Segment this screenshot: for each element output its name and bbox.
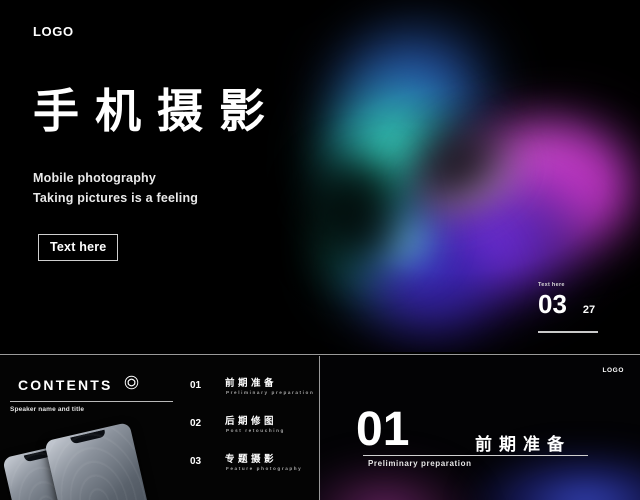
contents-divider <box>10 401 173 402</box>
toc-label-en: Post retouching <box>226 428 285 433</box>
phone-mockups <box>2 416 184 500</box>
gradient-blob-pink <box>414 96 640 294</box>
toc-label-cn: 前期准备 <box>225 378 278 389</box>
list-item[interactable]: 03 专题摄影 Feature photography <box>190 448 310 486</box>
list-item[interactable]: 02 后期修图 Post retouching <box>190 410 310 448</box>
hero-corner-big-number: 03 <box>538 289 567 319</box>
toc-label-cn: 后期修图 <box>225 416 278 427</box>
text-here-button[interactable]: Text here <box>38 234 119 261</box>
toc-label-en: Feature photography <box>226 466 303 471</box>
toc-label-en: Preliminary preparation <box>226 390 315 395</box>
section-number: 01 <box>356 403 410 456</box>
gradient-blob-magenta <box>490 135 640 245</box>
contents-slide: CONTENTS Speaker name and title 01 前期准备 … <box>0 356 319 500</box>
horizontal-divider <box>0 354 640 355</box>
hero-slide: LOGO 手机摄影 Mobile photography Taking pict… <box>0 0 640 352</box>
gradient-blob-teal-lower <box>321 168 489 323</box>
speaker-name: Speaker name and title <box>10 406 85 413</box>
toc-number: 02 <box>190 418 202 429</box>
hero-corner-stat: Text here 03 27 <box>538 282 610 333</box>
aperture-icon <box>124 375 139 395</box>
phone-screen-front <box>46 424 157 500</box>
hero-logo: LOGO <box>33 24 74 39</box>
gradient-blob-highlight <box>403 127 531 231</box>
hero-corner-kicker: Text here <box>538 282 565 288</box>
gradient-blob-cyan-edge <box>352 200 447 280</box>
toc-number: 01 <box>190 380 202 391</box>
list-item[interactable]: 01 前期准备 Preliminary preparation <box>190 372 313 410</box>
section-divider-slide: LOGO 01 前期准备 Preliminary preparation <box>320 356 640 500</box>
toc-label-cn: 专题摄影 <box>225 454 278 465</box>
section-title-en: Preliminary preparation <box>368 459 472 468</box>
contents-header: CONTENTS <box>18 375 139 395</box>
gradient-shadow-notch <box>383 96 533 234</box>
gradient-blob-teal-upper <box>303 73 483 247</box>
contents-title: CONTENTS <box>18 377 113 393</box>
page-title: 手机摄影 <box>33 85 281 137</box>
toc-number: 03 <box>190 456 202 467</box>
hero-corner-numbers: 03 27 <box>538 291 610 317</box>
section-glow-blue <box>470 450 640 500</box>
section-underline <box>363 455 588 456</box>
section-title-cn: 前期准备 <box>475 435 571 454</box>
table-of-contents: 01 前期准备 Preliminary preparation 02 后期修图 … <box>190 372 313 486</box>
hero-corner-rule <box>538 331 598 333</box>
hero-corner-small-number: 27 <box>582 304 596 316</box>
hero-subtitle-secondary: Taking pictures is a feeling <box>33 191 199 205</box>
gradient-blob-indigo <box>340 212 510 352</box>
gradient-shadow-left <box>300 150 410 280</box>
presentation-deck: LOGO 手机摄影 Mobile photography Taking pict… <box>0 0 640 500</box>
phone-mockup-front <box>44 421 159 500</box>
gradient-blob-blue <box>310 0 520 191</box>
hero-subtitle-primary: Mobile photography <box>33 171 157 185</box>
section-logo: LOGO <box>602 367 624 374</box>
